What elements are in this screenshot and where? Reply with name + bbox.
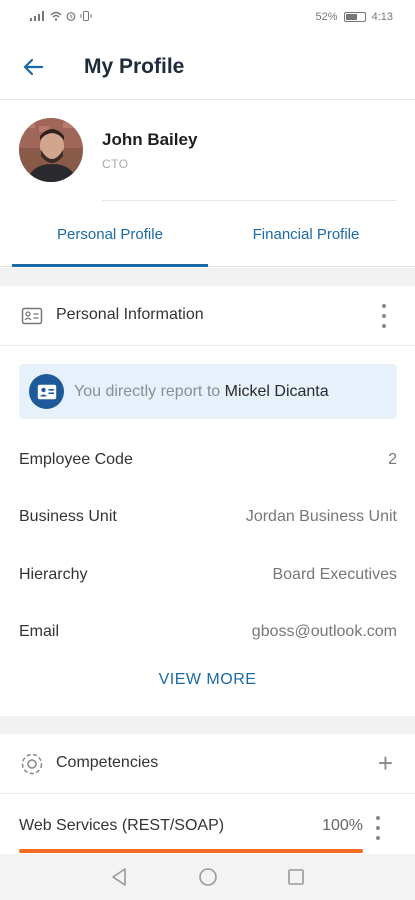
- competency-item: Web Services (REST/SOAP) 100%: [19, 815, 397, 840]
- info-value: Board Executives: [272, 566, 397, 583]
- triangle-back-icon: [112, 868, 126, 886]
- alarm-icon: [66, 11, 76, 24]
- profile-role: CTO: [102, 157, 129, 171]
- section-separator: [0, 716, 415, 734]
- wifi-icon: [50, 11, 62, 24]
- back-button[interactable]: [18, 52, 48, 82]
- competency-more-button[interactable]: [371, 816, 385, 840]
- status-icons: [30, 11, 92, 24]
- app-header: My Profile: [0, 34, 415, 100]
- reports-to-text: You directly report to Mickel Dicanta: [74, 383, 329, 401]
- nav-home-button[interactable]: [197, 866, 219, 888]
- info-row-business-unit: Business Unit Jordan Business Unit: [19, 508, 397, 532]
- page-title: My Profile: [84, 55, 185, 78]
- info-row-email: Email gboss@outlook.com: [19, 623, 397, 647]
- competencies-header: Competencies +: [0, 734, 415, 794]
- info-label: Hierarchy: [19, 566, 88, 583]
- plus-icon: +: [377, 748, 393, 778]
- battery-icon: [343, 12, 366, 22]
- competencies-title: Competencies: [56, 754, 159, 771]
- competency-progress-bar: [19, 849, 363, 853]
- add-competency-button[interactable]: +: [378, 750, 393, 776]
- info-row-hierarchy: Hierarchy Board Executives: [19, 566, 397, 590]
- more-options-button[interactable]: [377, 304, 391, 328]
- circle-home-icon: [199, 868, 217, 886]
- avatar[interactable]: [19, 118, 83, 182]
- profile-name: John Bailey: [102, 130, 198, 149]
- signal-icon: [30, 11, 46, 24]
- reports-to-prefix: You directly report to: [74, 383, 221, 400]
- tab-personal-profile[interactable]: Personal Profile: [12, 201, 208, 267]
- clock: 4:13: [371, 11, 393, 23]
- manager-name: Mickel Dicanta: [224, 383, 329, 400]
- info-label: Employee Code: [19, 451, 133, 468]
- id-card-icon: [20, 304, 44, 328]
- contact-card-icon: [29, 374, 64, 409]
- competency-progress-fill: [19, 849, 363, 853]
- more-vertical-icon: [382, 304, 386, 308]
- info-value: gboss@outlook.com: [251, 623, 397, 640]
- battery-percent: 52%: [315, 11, 338, 23]
- info-label: Business Unit: [19, 508, 117, 525]
- competency-name: Web Services (REST/SOAP): [19, 817, 225, 834]
- personal-info-title: Personal Information: [56, 306, 204, 323]
- nav-back-button[interactable]: [108, 866, 130, 888]
- info-label: Email: [19, 623, 60, 640]
- section-separator: [0, 268, 415, 286]
- info-value: 2: [388, 451, 397, 468]
- status-bar: 52% 4:13: [0, 0, 415, 34]
- target-icon: [20, 752, 44, 776]
- competency-percent: 100%: [322, 817, 363, 834]
- vibrate-icon: [80, 11, 92, 24]
- personal-info-header: Personal Information: [0, 286, 415, 346]
- nav-recents-button[interactable]: [285, 866, 307, 888]
- info-value: Jordan Business Unit: [245, 508, 397, 525]
- info-row-employee-code: Employee Code 2: [19, 451, 397, 475]
- square-recents-icon: [288, 869, 304, 885]
- more-vertical-icon: [376, 816, 380, 820]
- profile-card: John Bailey CTO: [0, 100, 415, 201]
- tab-financial-profile[interactable]: Financial Profile: [208, 201, 404, 267]
- reports-to-banner[interactable]: You directly report to Mickel Dicanta: [19, 364, 397, 419]
- system-nav-bar: [0, 854, 415, 900]
- profile-tabs: Personal Profile Financial Profile: [0, 201, 415, 267]
- arrow-left-icon: [23, 58, 44, 76]
- active-tab-indicator: [12, 264, 208, 267]
- view-more-button[interactable]: VIEW MORE: [0, 671, 415, 689]
